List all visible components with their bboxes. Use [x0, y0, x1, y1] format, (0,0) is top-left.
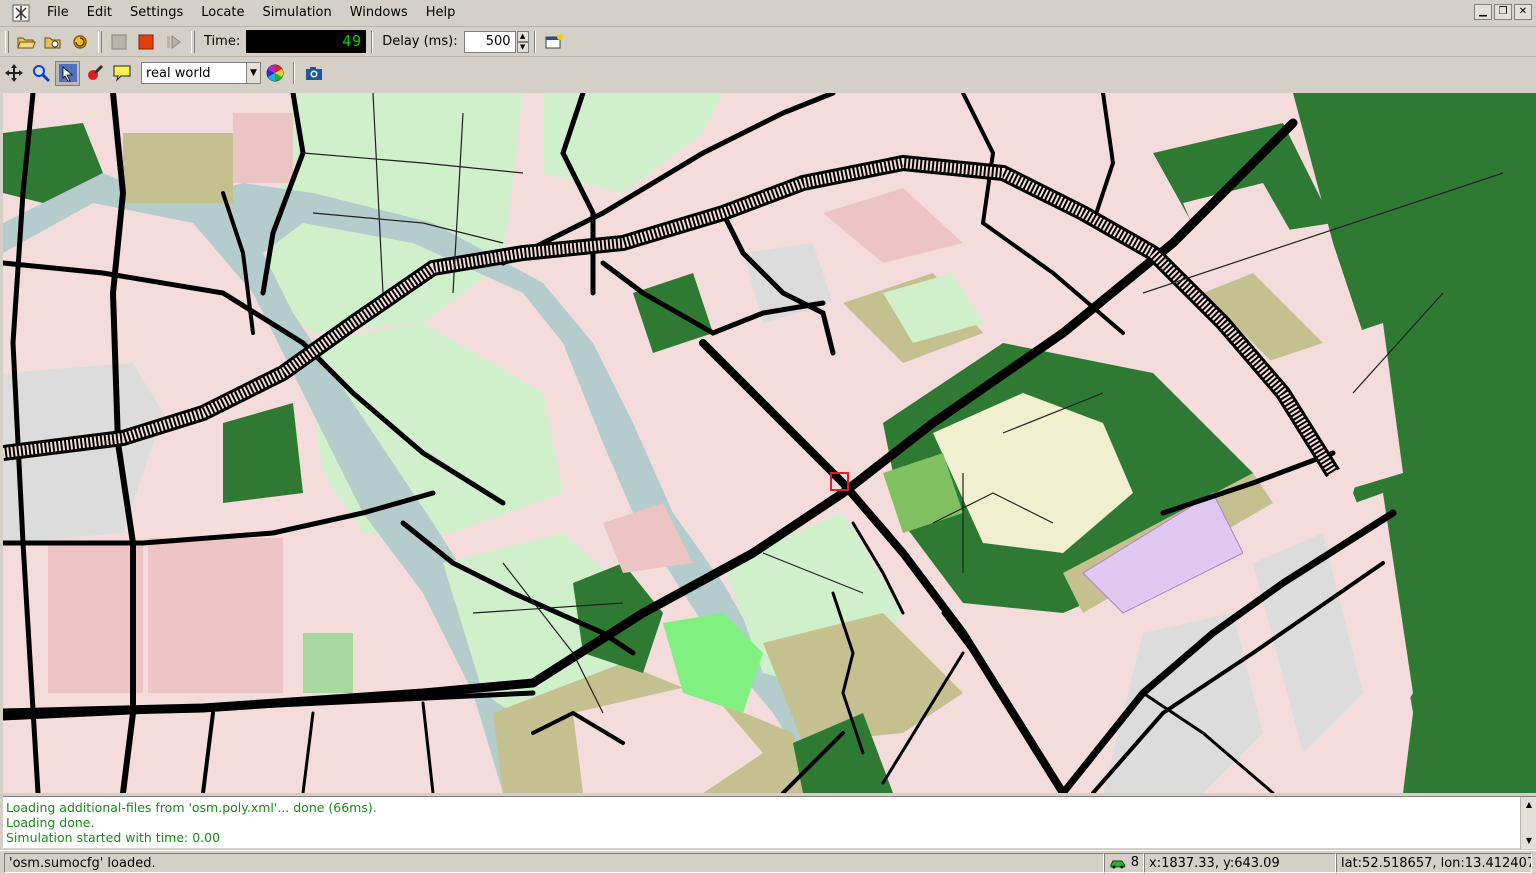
building-block [148, 538, 283, 693]
log-line: Simulation started with time: 0.00 [6, 830, 221, 845]
menu-locate[interactable]: Locate [192, 2, 253, 24]
delay-spinner[interactable]: ▲ ▼ [516, 30, 529, 53]
toolbar-separator [371, 30, 374, 53]
recenter-button[interactable] [1, 61, 26, 86]
log-lines: Loading additional-files from 'osm.poly.… [3, 797, 1536, 845]
menu-help[interactable]: Help [417, 2, 465, 24]
magnifier-icon [32, 65, 50, 83]
sand-area [123, 133, 233, 203]
step-button[interactable] [160, 29, 185, 54]
delay-label: Delay (ms): [382, 34, 458, 49]
park-area [303, 633, 353, 693]
menu-settings[interactable]: Settings [121, 2, 192, 24]
open-network-icon [44, 37, 60, 48]
restore-icon[interactable]: ❐ [1494, 4, 1512, 20]
chevron-down-icon[interactable]: ▼ [246, 63, 260, 83]
scrollbar-track[interactable] [1521, 813, 1536, 833]
open-network-button[interactable] [40, 29, 65, 54]
color-scheme-value: real world [146, 65, 211, 81]
scroll-up-icon[interactable]: ▲ [1521, 797, 1536, 813]
tooltip-button[interactable] [109, 61, 134, 86]
status-message: 'osm.sumocfg' loaded. [4, 852, 1104, 873]
speech-bubble-icon [113, 65, 130, 82]
scroll-down-icon[interactable]: ▼ [1521, 833, 1536, 849]
spin-down-icon[interactable]: ▼ [516, 41, 529, 53]
building-block [233, 113, 293, 183]
recenter-icon [4, 64, 23, 82]
geo-coordinates: lat:52.518657, lon:13.412407 [1336, 852, 1532, 873]
delay-input[interactable] [463, 30, 516, 53]
sumo-gui-window: File Edit Settings Locate Simulation Win… [0, 0, 1536, 874]
color-wheel-button[interactable] [262, 61, 287, 86]
time-display: 49 [246, 30, 367, 53]
toolbar-grip[interactable] [191, 30, 195, 53]
run-icon [111, 34, 126, 49]
simulation-toolbar: Time: 49 Delay (ms): ▲ ▼ [0, 27, 1536, 57]
color-wheel-icon [266, 64, 283, 82]
open-folder-icon [16, 37, 36, 48]
color-scheme-select[interactable]: real world ▼ [141, 62, 261, 84]
spin-up-icon[interactable]: ▲ [516, 30, 529, 42]
toolbar-grip[interactable] [98, 30, 102, 53]
car-icon [1110, 860, 1126, 868]
log-line: Loading done. [6, 815, 95, 830]
menu-simulation[interactable]: Simulation [253, 2, 340, 24]
menu-edit[interactable]: Edit [78, 2, 121, 24]
reload-icon [72, 34, 87, 49]
minimize-icon[interactable]: ▁ [1474, 4, 1492, 20]
vehicle-count-cell: 8 [1104, 852, 1144, 873]
new-view-icon [545, 33, 564, 48]
open-config-button[interactable] [13, 29, 38, 54]
toolbar-grip[interactable] [5, 30, 9, 53]
pointer-icon [58, 64, 77, 82]
cursor-coordinates: x:1837.33, y:643.09 [1144, 852, 1336, 873]
close-icon[interactable]: ✕ [1514, 4, 1532, 20]
run-button[interactable] [106, 29, 131, 54]
mdi-window-controls: ▁ ❐ ✕ [1474, 4, 1532, 20]
stop-button[interactable] [133, 29, 158, 54]
log-scrollbar[interactable]: ▲ ▼ [1520, 797, 1536, 849]
edit-visualization-button[interactable] [82, 61, 107, 86]
menu-bar: File Edit Settings Locate Simulation Win… [0, 0, 1536, 27]
network-map-canvas[interactable]: 0m 100m [3, 93, 1536, 793]
zoom-button[interactable] [28, 61, 53, 86]
vehicle-count: 8 [1130, 854, 1139, 870]
screenshot-button[interactable] [301, 61, 326, 86]
time-label: Time: [204, 34, 241, 49]
building-block [48, 543, 143, 693]
toolbar-separator [533, 30, 536, 53]
menu-windows[interactable]: Windows [341, 2, 417, 24]
color-pencil-icon [87, 64, 103, 80]
status-bar: 'osm.sumocfg' loaded. 8 x:1837.33, y:643… [0, 850, 1536, 874]
log-line: Loading additional-files from 'osm.poly.… [6, 800, 377, 815]
stop-icon [138, 34, 153, 49]
app-icon [10, 2, 32, 24]
reload-button[interactable] [67, 29, 92, 54]
toolbar-separator [293, 62, 295, 84]
new-view-button[interactable] [542, 29, 567, 54]
locate-button[interactable] [55, 60, 80, 86]
camera-icon [305, 67, 322, 80]
view-toolbar: real world ▼ [0, 58, 1536, 88]
step-icon [166, 34, 181, 49]
menu-file[interactable]: File [38, 2, 78, 24]
message-log-panel[interactable]: Loading additional-files from 'osm.poly.… [3, 796, 1536, 849]
